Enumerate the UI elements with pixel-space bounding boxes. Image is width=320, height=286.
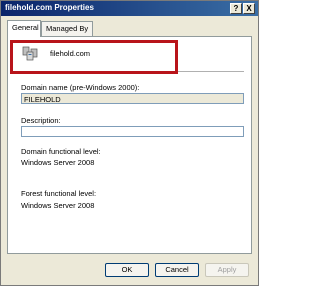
tab-general[interactable]: General bbox=[7, 20, 41, 37]
netbios-field[interactable]: FILEHOLD bbox=[21, 93, 244, 104]
highlight-box bbox=[10, 40, 178, 74]
netbios-value: FILEHOLD bbox=[24, 95, 61, 104]
window-title: filehold.com Properties bbox=[5, 3, 94, 12]
description-field[interactable] bbox=[21, 126, 244, 137]
title-bar[interactable]: filehold.com Properties ? X bbox=[1, 1, 258, 16]
description-label: Description: bbox=[21, 116, 61, 125]
close-button[interactable]: X bbox=[243, 3, 255, 14]
tab-managed-by[interactable]: Managed By bbox=[41, 21, 93, 36]
cancel-button[interactable]: Cancel bbox=[155, 263, 199, 277]
apply-button[interactable]: Apply bbox=[205, 263, 249, 277]
domain-level-value: Windows Server 2008 bbox=[21, 158, 95, 167]
netbios-label: Domain name (pre-Windows 2000): bbox=[21, 83, 140, 92]
forest-level-label: Forest functional level: bbox=[21, 189, 97, 198]
ok-button[interactable]: OK bbox=[105, 263, 149, 277]
properties-dialog: filehold.com Properties ? X General Mana… bbox=[0, 0, 259, 286]
domain-level-label: Domain functional level: bbox=[21, 147, 101, 156]
forest-level-value: Windows Server 2008 bbox=[21, 201, 95, 210]
help-button[interactable]: ? bbox=[230, 3, 242, 14]
